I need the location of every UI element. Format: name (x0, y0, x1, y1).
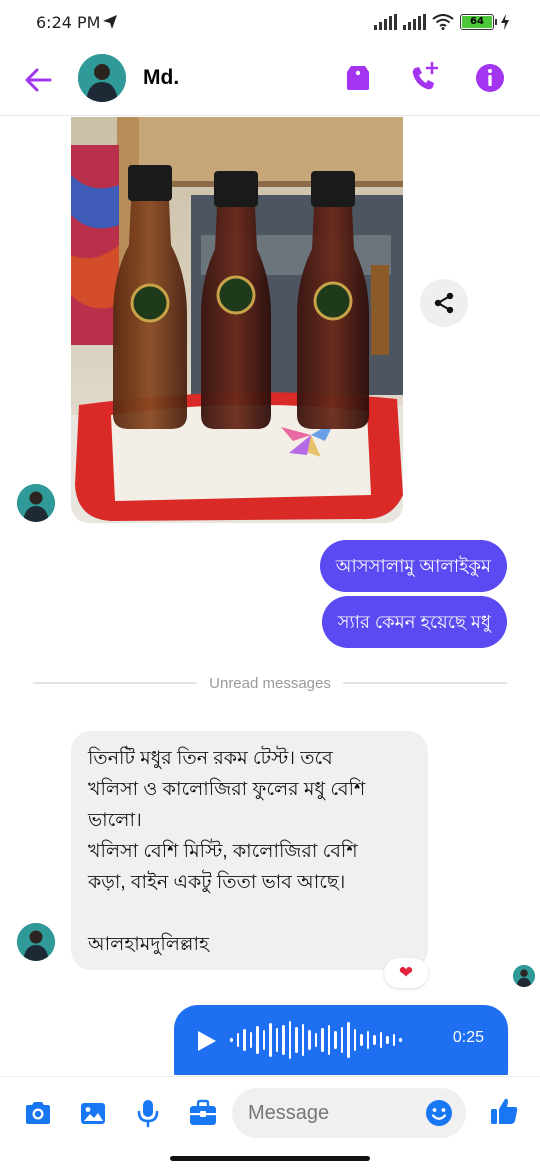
message-line (88, 898, 412, 929)
thumbs-up-icon[interactable] (488, 1095, 520, 1127)
battery-level: 64 (462, 16, 492, 28)
briefcase-icon[interactable] (187, 1097, 219, 1129)
unread-label: Unread messages (209, 674, 331, 692)
honey-bottles-photo[interactable] (71, 117, 403, 523)
conversation-header: Md. (0, 46, 540, 116)
contact-name[interactable]: Md. (143, 66, 179, 90)
camera-icon[interactable] (22, 1097, 54, 1129)
share-button[interactable] (420, 279, 468, 327)
divider-line (33, 682, 198, 684)
message-line: আলহামদুলিল্লাহ (88, 934, 209, 955)
add-call-icon[interactable] (406, 60, 442, 96)
message-line: কড়া, বাইন একটু তিতা ভাব আছে। (88, 872, 346, 893)
tag-icon[interactable] (340, 60, 376, 96)
sender-avatar[interactable] (17, 484, 55, 522)
composer-bar (0, 1076, 540, 1148)
signal-icon (374, 14, 397, 30)
telegram-send-icon (103, 15, 117, 29)
gallery-icon[interactable] (77, 1097, 109, 1129)
message-line: ভালো। (88, 810, 142, 831)
message-line: খলিসা বেশি মিস্টি, কালোজিরা বেশি (88, 841, 358, 862)
info-icon[interactable] (472, 60, 508, 96)
battery-icon: 64 (460, 14, 497, 30)
message-line: তিনটি মধুর তিন রকম টেস্ট। তবে (88, 748, 333, 769)
share-icon (434, 292, 454, 314)
status-time: 6:24 PM (36, 13, 101, 32)
message-thread[interactable]: আসসালামু আলাইকুম স্যার কেমন হয়েছে মধু U… (0, 117, 540, 1075)
divider-line (342, 682, 508, 684)
outgoing-message[interactable]: আসসালামু আলাইকুম (319, 540, 507, 592)
sender-avatar[interactable] (17, 923, 55, 961)
wifi-icon (432, 14, 454, 30)
voice-message[interactable]: 0:25 (174, 1005, 508, 1075)
signal-icon-2 (403, 14, 426, 30)
message-line: খলিসা ও কালোজিরা ফুলের মধু বেশি (88, 779, 366, 800)
seen-avatar (513, 965, 535, 987)
play-icon[interactable] (196, 1029, 218, 1053)
home-indicator[interactable] (170, 1156, 370, 1161)
heart-reaction[interactable]: ❤ (384, 958, 428, 988)
status-indicators: 64 (374, 14, 510, 30)
microphone-icon[interactable] (132, 1097, 164, 1129)
voice-duration: 0:25 (452, 1029, 484, 1046)
outgoing-message[interactable]: স্যার কেমন হয়েছে মধু (321, 596, 507, 648)
status-bar: 6:24 PM 64 (0, 0, 540, 46)
audio-waveform[interactable] (230, 1018, 402, 1062)
unread-divider: Unread messages (33, 673, 508, 693)
back-arrow-icon[interactable] (22, 64, 54, 96)
contact-avatar[interactable] (78, 54, 126, 102)
incoming-message[interactable]: তিনটি মধুর তিন রকম টেস্ট। তবে খলিসা ও কা… (71, 731, 428, 970)
charging-icon (501, 14, 509, 30)
emoji-icon[interactable] (425, 1099, 453, 1127)
